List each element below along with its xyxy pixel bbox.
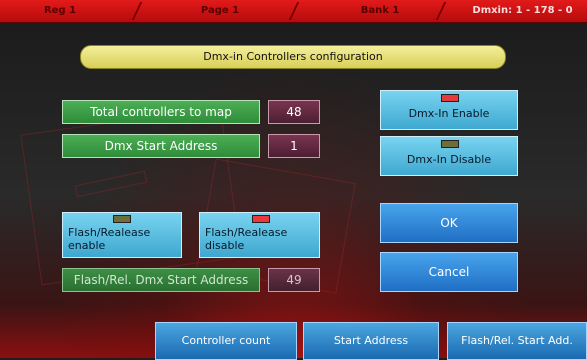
page-indicator: Page 1 (200, 5, 240, 16)
dmx-start-address-label: Dmx Start Address (62, 134, 260, 158)
total-controllers-label: Total controllers to map (62, 100, 260, 124)
reg-indicator: Reg 1 (43, 5, 77, 16)
red-led-icon (252, 215, 270, 223)
status-bar: Reg 1 Page 1 Bank 1 Dmxin: 1 - 178 - 0 (0, 0, 587, 23)
flash-release-enable-line2: enable (68, 239, 106, 252)
tab-controller-count[interactable]: Controller count (155, 322, 297, 360)
flash-dmx-start-address-value[interactable]: 49 (268, 268, 320, 292)
flash-release-disable-line2: disable (205, 239, 245, 252)
off-led-icon (441, 140, 459, 148)
dmx-start-address-value[interactable]: 1 (268, 134, 320, 158)
dmx-in-disable-label: Dmx-In Disable (406, 153, 492, 166)
tab-flash-start-address[interactable]: Flash/Rel. Start Add. (447, 322, 587, 360)
dmx-in-enable-button[interactable]: Dmx-In Enable (380, 90, 518, 130)
page-title: Dmx-in Controllers configuration (80, 45, 506, 69)
cancel-button[interactable]: Cancel (380, 252, 518, 292)
ok-button[interactable]: OK (380, 203, 518, 243)
dmxin-indicator: Dmxin: 1 - 178 - 0 (472, 5, 573, 16)
dmx-in-enable-label: Dmx-In Enable (408, 107, 490, 120)
bank-indicator: Bank 1 (360, 5, 400, 16)
flash-release-disable-button[interactable]: Flash/Realease disable (199, 212, 320, 258)
total-controllers-value[interactable]: 48 (268, 100, 320, 124)
flash-release-enable-label: Flash/Realease enable (68, 226, 150, 252)
flash-dmx-start-address-label: Flash/Rel. Dmx Start Address (62, 268, 260, 292)
red-led-icon (441, 94, 459, 102)
off-led-icon (113, 215, 131, 223)
flash-release-disable-line1: Flash/Realease (205, 226, 288, 239)
flash-release-enable-button[interactable]: Flash/Realease enable (62, 212, 182, 258)
status-separator (288, 2, 300, 20)
flash-release-disable-label: Flash/Realease disable (205, 226, 287, 252)
flash-release-enable-line1: Flash/Realease (68, 226, 151, 239)
dmx-in-disable-button[interactable]: Dmx-In Disable (380, 136, 518, 176)
status-separator (131, 2, 143, 20)
tab-start-address[interactable]: Start Address (303, 322, 439, 360)
